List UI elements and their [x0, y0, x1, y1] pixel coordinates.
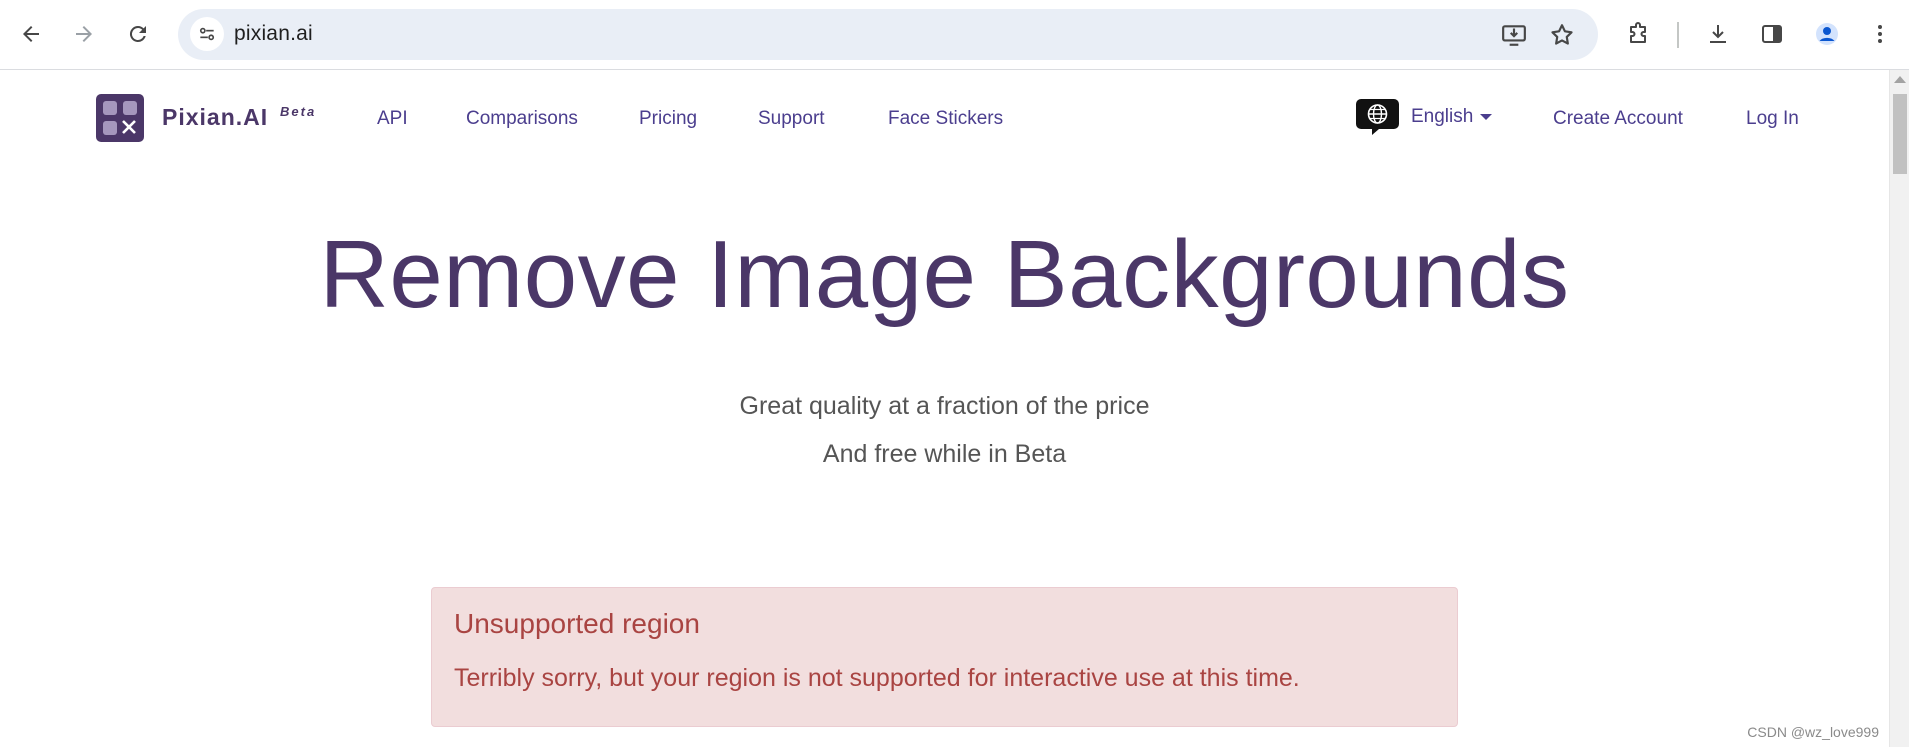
nav-comparisons[interactable]: Comparisons — [466, 108, 578, 130]
bookmark-button[interactable] — [1548, 21, 1576, 49]
page-content: Pixian.AI Beta API Comparisons Pricing S… — [0, 70, 1889, 747]
nav-face-stickers[interactable]: Face Stickers — [888, 108, 1003, 130]
logo-icon[interactable] — [96, 94, 144, 142]
browser-toolbar: pixian.ai — [0, 0, 1909, 70]
puzzle-icon — [1630, 22, 1646, 43]
logo-cell — [103, 101, 117, 115]
unsupported-region-alert: Unsupported region Terribly sorry, but y… — [431, 587, 1458, 727]
menu-button[interactable] — [1861, 15, 1899, 53]
site-info-button[interactable] — [190, 17, 224, 51]
hero-subtitle: Great quality at a fraction of the price — [739, 392, 1150, 420]
star-icon — [1551, 24, 1573, 45]
avatar-icon — [1816, 23, 1838, 45]
arrow-left-icon — [23, 26, 39, 42]
hero-subtitle-secondary: And free while in Beta — [822, 440, 1067, 468]
install-app-icon — [1502, 25, 1526, 46]
downloads-button[interactable] — [1699, 15, 1737, 53]
reload-icon — [129, 25, 146, 42]
brand-name[interactable]: Pixian.AI — [162, 104, 268, 131]
install-app-button[interactable] — [1500, 21, 1528, 49]
caret-down-icon[interactable] — [1480, 114, 1492, 120]
alert-title: Unsupported region — [454, 608, 700, 639]
scrollbar-thumb[interactable] — [1893, 94, 1907, 174]
more-vert-icon — [1878, 25, 1882, 43]
page-scrollbar[interactable] — [1889, 70, 1909, 747]
forward-button[interactable] — [65, 15, 103, 53]
tune-icon — [199, 27, 215, 41]
language-selector[interactable]: English — [1411, 106, 1473, 128]
extensions-button[interactable] — [1619, 15, 1657, 53]
back-button[interactable] — [12, 15, 50, 53]
scroll-up-arrow-icon[interactable] — [1894, 76, 1906, 83]
side-panel-icon — [1762, 25, 1782, 43]
brand-beta-badge: Beta — [280, 104, 317, 119]
side-panel-button[interactable] — [1753, 15, 1791, 53]
watermark: CSDN @wz_love999 — [1747, 724, 1879, 740]
alert-message: Terribly sorry, but your region is not s… — [454, 664, 1300, 692]
profile-button[interactable] — [1808, 15, 1846, 53]
arrow-right-icon — [76, 26, 92, 42]
reload-button[interactable] — [119, 15, 157, 53]
create-account-link[interactable]: Create Account — [1553, 108, 1683, 130]
address-bar[interactable]: pixian.ai — [178, 9, 1598, 60]
toolbar-divider — [1677, 22, 1679, 48]
nav-support[interactable]: Support — [758, 108, 825, 130]
logo-cell — [103, 121, 117, 135]
download-icon — [1710, 25, 1726, 43]
nav-api[interactable]: API — [377, 108, 408, 130]
nav-pricing[interactable]: Pricing — [639, 108, 697, 130]
hero-title: Remove Image Backgrounds — [319, 221, 1570, 328]
logo-x-icon — [122, 120, 136, 134]
login-link[interactable]: Log In — [1746, 108, 1799, 130]
url-text[interactable]: pixian.ai — [234, 22, 313, 46]
language-globe-icon[interactable] — [1355, 97, 1400, 135]
logo-cell — [123, 101, 137, 115]
